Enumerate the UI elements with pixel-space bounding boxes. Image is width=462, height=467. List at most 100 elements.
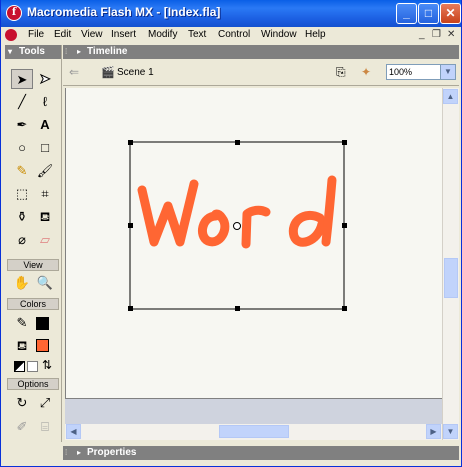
edit-bar: ⇐ 🎬 Scene 1 ⎘ ✦ 100% ▼ (63, 60, 459, 86)
flash-icon[interactable]: f (6, 5, 22, 21)
timeline-panel-header[interactable]: ⁞ ▸ Timeline (63, 45, 459, 59)
pencil-tool[interactable]: ✎ (11, 161, 33, 181)
menu-modify[interactable]: Modify (148, 29, 177, 40)
swap-colors-icon[interactable]: ⇅ (42, 358, 52, 372)
free-transform-tool[interactable]: ⬚ (11, 184, 33, 204)
menu-help[interactable]: Help (305, 29, 326, 40)
fill-transform-icon: ⌗ (41, 186, 49, 201)
title-bar[interactable]: f Macromedia Flash MX - [Index.fla] _ □ … (1, 0, 461, 27)
panel-expand-arrow-icon[interactable]: ▸ (77, 446, 81, 460)
colors-section-label: Colors (7, 298, 59, 310)
horizontal-scroll-thumb[interactable] (219, 425, 289, 438)
text-tool[interactable]: A (34, 115, 56, 135)
arrow-tool[interactable]: ➤ (11, 69, 33, 89)
arrow-icon: ➤ (16, 72, 28, 87)
hand-icon: ✋ (13, 275, 31, 290)
line-tool[interactable]: ╱ (11, 92, 33, 112)
rectangle-tool[interactable]: □ (34, 138, 56, 158)
straighten-option[interactable]: ⌸ (34, 417, 56, 437)
close-button[interactable]: ✕ (440, 3, 461, 24)
zoom-tool[interactable]: 🔍 (34, 273, 56, 293)
subselect-tool[interactable]: ➤ (34, 69, 56, 89)
menu-edit[interactable]: Edit (54, 29, 71, 40)
scale-option[interactable]: ⤢ (34, 393, 56, 413)
fill-color-swatch[interactable] (36, 339, 49, 352)
work-area[interactable] (65, 398, 442, 424)
properties-panel-header[interactable]: ⁞ ▸ Properties (63, 446, 459, 460)
doc-restore-button[interactable]: ❐ (432, 29, 441, 40)
default-colors-icon[interactable] (14, 361, 25, 372)
panel-grip-icon[interactable]: ⁞ (65, 448, 67, 457)
menu-insert[interactable]: Insert (111, 29, 136, 40)
back-arrow-icon[interactable]: ⇐ (69, 65, 79, 79)
menu-control[interactable]: Control (218, 29, 250, 40)
lasso-tool[interactable]: ℓ (34, 92, 56, 112)
maximize-button[interactable]: □ (418, 3, 439, 24)
straighten-icon: ⌸ (41, 419, 49, 434)
stroke-color-tool[interactable]: ✎ (11, 313, 33, 333)
stroke-color-swatch[interactable] (36, 317, 49, 330)
eyedropper-icon: ⌀ (18, 232, 26, 247)
view-section-label: View (7, 259, 59, 271)
menu-text[interactable]: Text (188, 29, 206, 40)
panel-grip-icon[interactable]: ⁞ (65, 47, 67, 56)
rotate-icon: ↻ (16, 395, 28, 410)
scroll-left-arrow-icon[interactable]: ◀ (66, 424, 81, 439)
pen-icon: ✒ (16, 117, 28, 132)
vertical-scroll-thumb[interactable] (444, 258, 458, 298)
scale-icon: ⤢ (39, 395, 51, 410)
vertical-scrollbar[interactable]: ▲ ▼ (442, 88, 459, 440)
rotate-option[interactable]: ↻ (11, 393, 33, 413)
paint-bucket-icon: ⛾ (39, 209, 51, 224)
lasso-icon: ℓ (42, 94, 48, 109)
zoom-select[interactable]: 100% ▼ (386, 64, 456, 80)
scroll-right-arrow-icon[interactable]: ▶ (426, 424, 441, 439)
minimize-button[interactable]: _ (396, 3, 417, 24)
smooth-option[interactable]: ✐ (11, 417, 33, 437)
menu-window[interactable]: Window (261, 29, 297, 40)
oval-icon: ○ (18, 140, 26, 155)
chevron-down-icon[interactable]: ▼ (440, 65, 455, 79)
stage[interactable] (65, 88, 442, 398)
handle-top-left (128, 140, 133, 145)
panel-collapse-arrow-icon[interactable]: ▾ (8, 45, 12, 59)
registration-point (233, 222, 241, 230)
scene-clapper-icon: 🎬 (101, 67, 115, 79)
options-section-label: Options (7, 378, 59, 390)
edit-symbols-icon[interactable]: ✦ (361, 65, 371, 79)
doc-close-button[interactable]: ✕ (447, 29, 455, 40)
pen-tool[interactable]: ✒ (11, 115, 33, 135)
document-icon[interactable] (5, 29, 17, 41)
brush-icon: 🖌 (36, 163, 54, 178)
eyedropper-tool[interactable]: ⌀ (11, 230, 33, 250)
paint-bucket-tool[interactable]: ⛾ (34, 207, 56, 227)
line-icon: ╱ (18, 94, 26, 109)
timeline-title: Timeline (87, 46, 128, 57)
subselect-icon: ➤ (39, 71, 51, 87)
properties-title: Properties (87, 447, 137, 458)
panel-expand-arrow-icon[interactable]: ▸ (77, 45, 81, 59)
text-icon: A (40, 117, 50, 132)
stage-canvas[interactable] (66, 88, 443, 398)
scroll-down-arrow-icon[interactable]: ▼ (443, 424, 458, 439)
scene-name[interactable]: Scene 1 (117, 67, 154, 78)
zoom-value: 100% (389, 67, 413, 77)
no-color-icon[interactable] (27, 361, 38, 372)
horizontal-scrollbar[interactable]: ◀ ▶ (65, 424, 442, 440)
word-brush-strokes (137, 175, 337, 249)
tools-panel-header[interactable]: ▾ Tools (5, 45, 61, 59)
eraser-tool[interactable]: ▱ (34, 230, 56, 250)
hand-tool[interactable]: ✋ (11, 273, 33, 293)
oval-tool[interactable]: ○ (11, 138, 33, 158)
doc-minimize-button[interactable]: _ (419, 29, 425, 40)
menu-bar: File Edit View Insert Modify Text Contro… (1, 27, 461, 45)
menu-view[interactable]: View (81, 29, 103, 40)
ink-bottle-tool[interactable]: ⚱ (11, 207, 33, 227)
fill-transform-tool[interactable]: ⌗ (34, 184, 56, 204)
menu-file[interactable]: File (28, 29, 44, 40)
free-transform-icon: ⬚ (15, 186, 29, 201)
fill-color-tool[interactable]: ⛾ (11, 336, 33, 356)
edit-scene-icon[interactable]: ⎘ (336, 65, 346, 80)
scroll-up-arrow-icon[interactable]: ▲ (443, 89, 458, 104)
brush-tool[interactable]: 🖌 (34, 161, 56, 181)
